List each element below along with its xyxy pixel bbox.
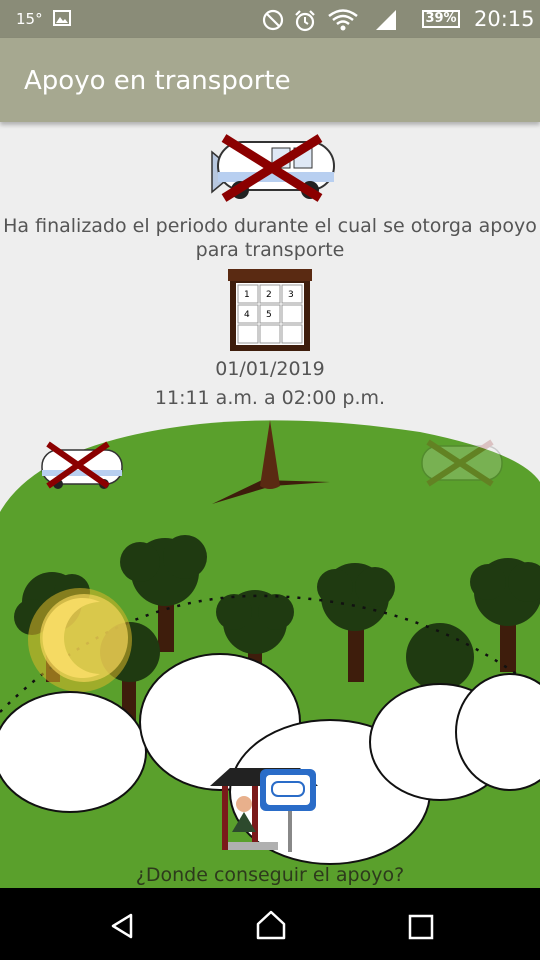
home-icon[interactable] — [255, 909, 287, 941]
recents-icon[interactable] — [408, 914, 434, 940]
wifi-icon — [328, 9, 358, 31]
temperature-indicator: 15° — [16, 10, 43, 28]
calendar-day: 1 — [244, 290, 250, 300]
do-not-disturb-icon — [262, 9, 284, 31]
status-bar: 15° 39% 20:15 — [0, 0, 540, 38]
back-icon[interactable] — [108, 912, 136, 940]
main-content: Ha finalizado el periodo durante el cual… — [0, 122, 540, 888]
sun-icon — [28, 588, 132, 692]
calendar-day: 4 — [244, 310, 250, 320]
calendar-icon: 1 2 3 4 5 — [228, 269, 312, 351]
image-icon — [53, 10, 71, 26]
battery-level: 39% — [425, 11, 457, 26]
landscape-illustration — [0, 420, 540, 888]
period-ended-message: Ha finalizado el periodo durante el cual… — [3, 215, 537, 261]
calendar-day: 2 — [266, 290, 272, 300]
faded-bus-icon — [421, 439, 503, 487]
bus-crossed-icon — [211, 134, 335, 202]
where-to-get-support-link[interactable]: ¿Donde conseguir el apoyo? — [0, 864, 540, 886]
calendar-day: 3 — [288, 290, 294, 300]
time-range-text: 11:11 a.m. a 02:00 p.m. — [154, 387, 386, 409]
date-text: 01/01/2019 — [215, 358, 325, 380]
alarm-icon — [295, 10, 315, 32]
small-bus-crossed-icon — [41, 441, 123, 489]
app-bar: Apoyo en transporte — [0, 38, 540, 122]
signal-icon — [376, 10, 396, 30]
battery-icon: 39% — [422, 10, 460, 28]
calendar-day: 5 — [266, 310, 272, 320]
page-title: Apoyo en transporte — [24, 66, 291, 96]
navigation-bar — [0, 888, 540, 960]
clock: 20:15 — [474, 7, 535, 31]
